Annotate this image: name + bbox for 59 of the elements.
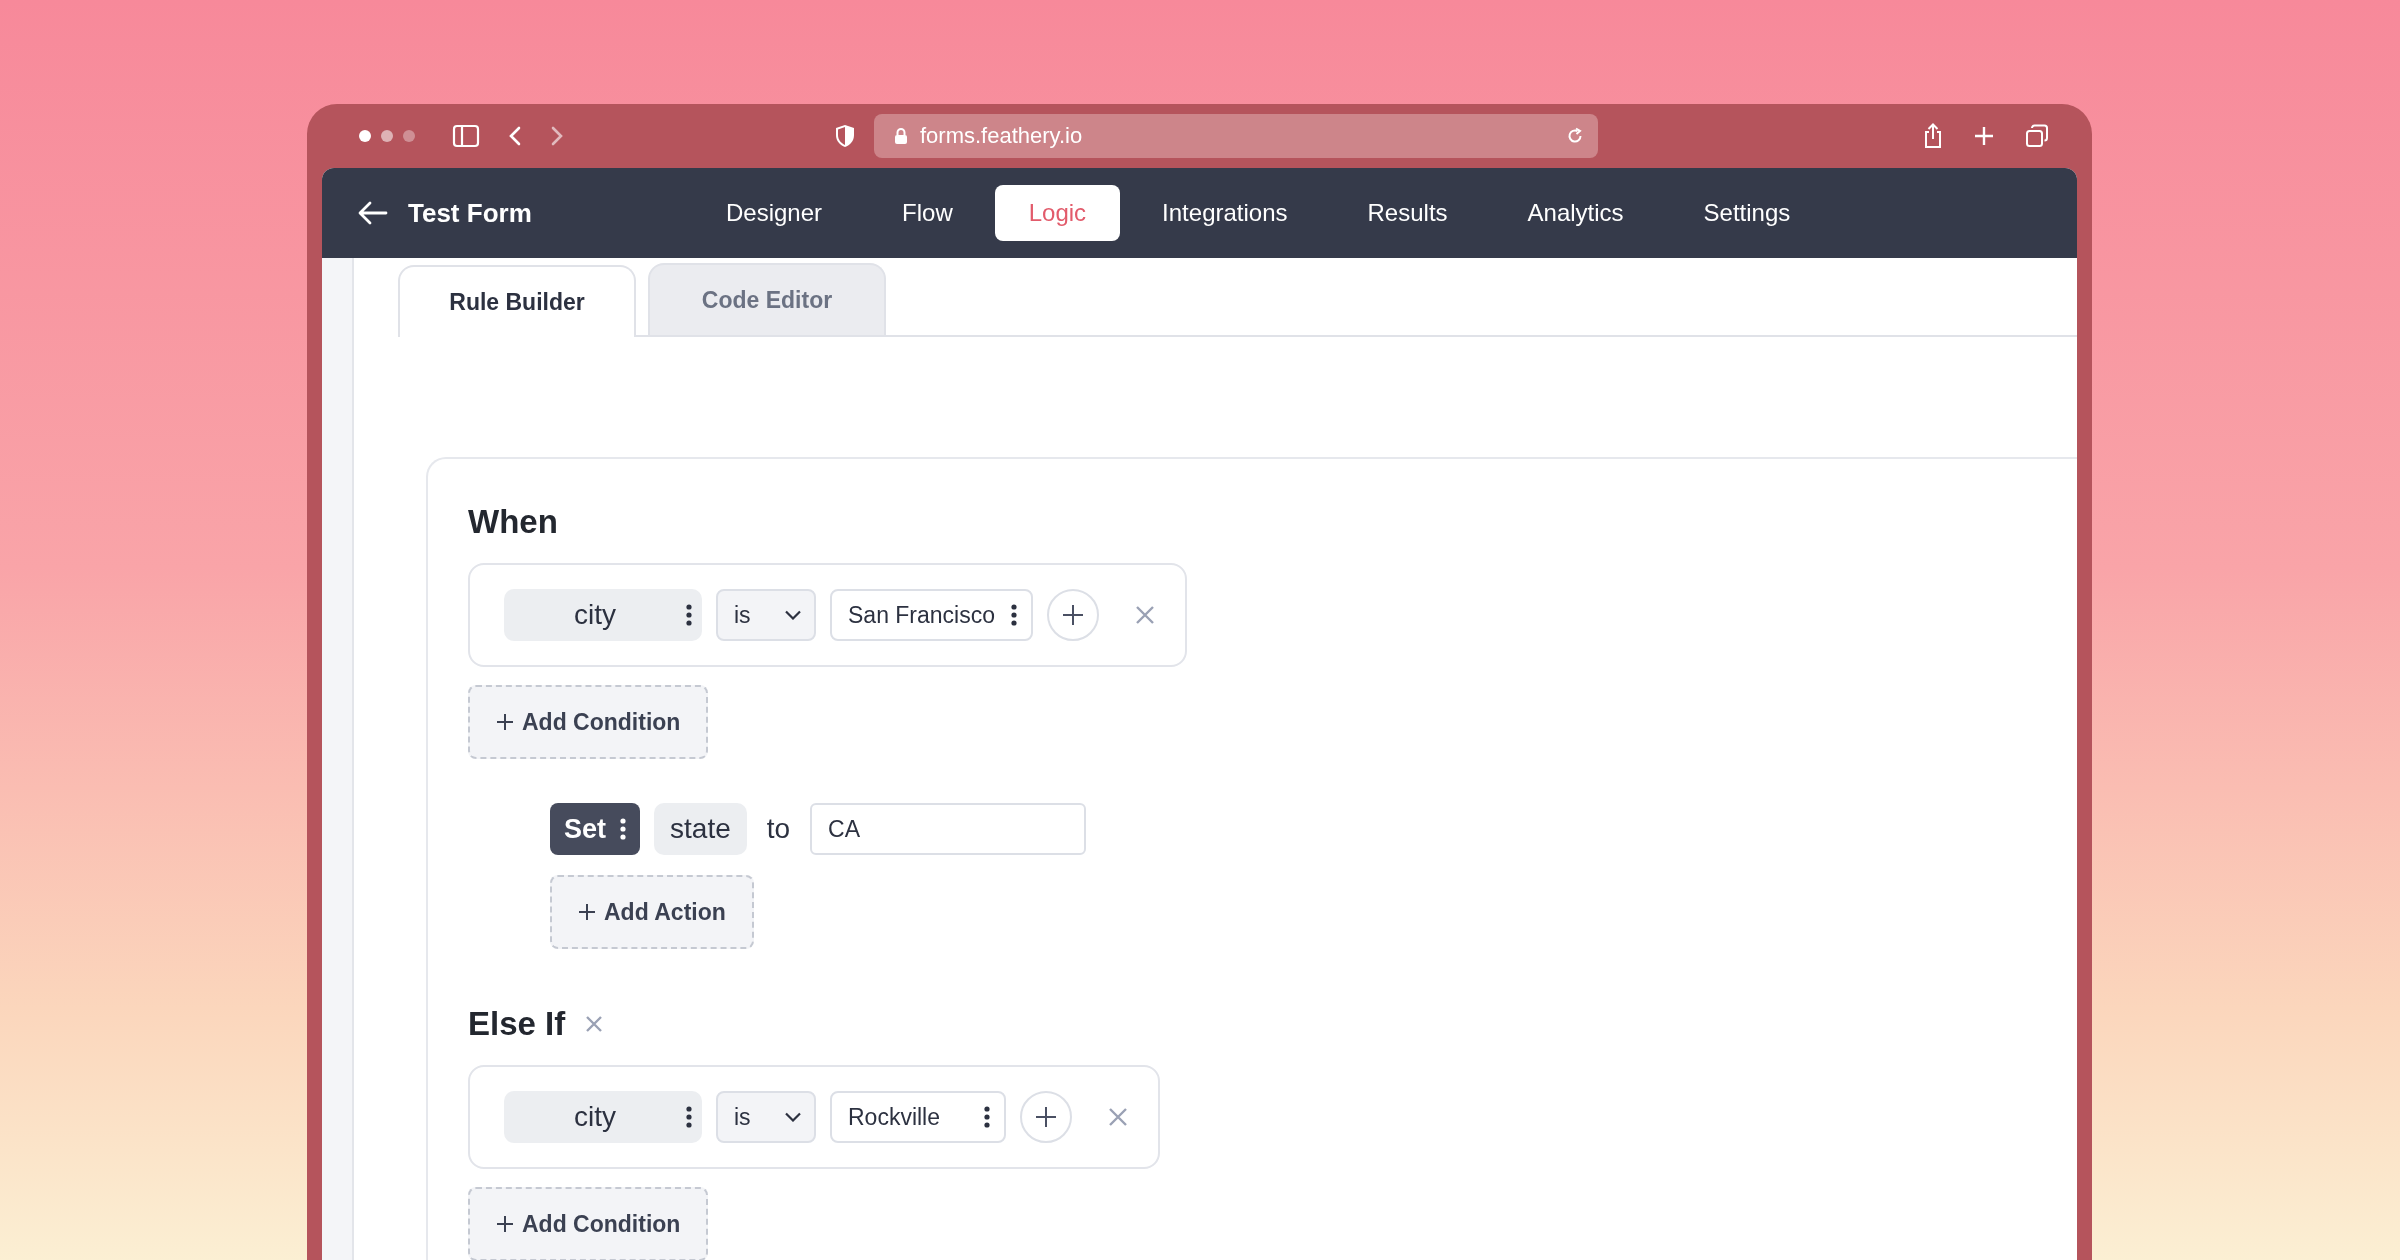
plus-icon [1035,1106,1057,1128]
add-action-button[interactable]: Add Action [550,875,754,949]
kebab-icon[interactable] [984,1106,990,1128]
window-controls-icon[interactable] [358,129,416,143]
reload-icon[interactable] [1566,127,1584,145]
rule-heading: Else If [468,1005,566,1043]
chevron-down-icon [784,610,802,620]
field-name: city [574,599,617,631]
close-icon[interactable] [1108,1107,1128,1127]
plus-icon [496,1215,514,1233]
back-icon[interactable] [508,125,522,147]
form-title: Test Form [408,197,533,229]
action-field-chip[interactable]: state [654,803,747,855]
nav-tab[interactable]: Logic [994,185,1121,241]
close-icon[interactable] [585,1015,604,1033]
sidebar-icon[interactable] [452,124,480,148]
nav-tab[interactable]: Flow [864,185,991,241]
add-button[interactable] [1020,1091,1072,1143]
kebab-icon[interactable] [686,1106,692,1128]
operator-select[interactable]: is [716,1091,816,1143]
tabs-icon[interactable] [2025,124,2049,148]
forward-icon[interactable] [550,125,564,147]
nav-tab[interactable]: Designer [688,185,861,241]
nav-tab[interactable]: Analytics [1489,185,1662,241]
rule-heading: When [468,503,558,541]
value-chip[interactable]: Rockville [830,1091,1006,1143]
verb-text: Set [564,813,607,845]
field-name: city [574,1101,617,1133]
add-button[interactable] [1047,589,1099,641]
kebab-icon[interactable] [1011,604,1017,626]
plus-icon[interactable] [1973,125,1995,147]
nav-tab[interactable]: Results [1329,185,1486,241]
value-text: Rockville [848,1103,942,1131]
plus-icon [496,713,514,731]
action-verb-chip[interactable]: Set [550,803,641,855]
nav-tab[interactable]: Settings [1665,185,1829,241]
add-condition-button[interactable]: Add Condition [468,685,709,759]
plus-icon [1062,604,1084,626]
plus-icon [578,903,596,921]
shield-icon[interactable] [834,124,856,148]
field-chip[interactable]: city [504,589,702,641]
chevron-down-icon [784,1112,802,1122]
connector-text: to [766,813,791,845]
lock-icon [894,127,908,145]
operator-select[interactable]: is [716,589,816,641]
share-icon[interactable] [1923,123,1943,149]
editor-tab[interactable]: Rule Builder [398,265,636,337]
editor-tab[interactable]: Code Editor [648,263,886,335]
value-input[interactable]: CA [810,803,1087,855]
kebab-icon[interactable] [620,818,627,840]
back-arrow-icon[interactable] [358,201,388,225]
value-chip[interactable]: San Francisco [830,589,1033,641]
kebab-icon[interactable] [686,604,692,626]
add-condition-button[interactable]: Add Condition [468,1187,709,1260]
url-text: forms.feathery.io [920,123,1083,149]
close-icon[interactable] [1135,605,1155,625]
field-chip[interactable]: city [504,1091,702,1143]
value-text: San Francisco [848,601,995,629]
nav-tab[interactable]: Integrations [1124,185,1326,241]
